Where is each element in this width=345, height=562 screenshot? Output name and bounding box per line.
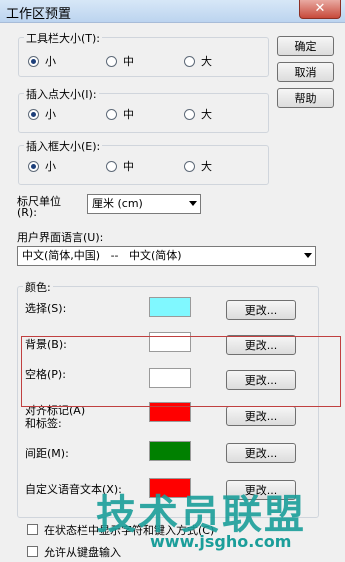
ok-button[interactable]: 确定 — [277, 36, 334, 56]
close-icon: ✕ — [314, 1, 326, 16]
window-title: 工作区预置 — [6, 7, 72, 22]
change-spacing-color-button[interactable]: 更改... — [226, 443, 296, 463]
title-bar: 工作区预置 ✕ — [0, 0, 345, 23]
ruler-unit-select[interactable]: 厘米 (cm) — [87, 194, 201, 214]
radio-unchecked-icon — [106, 108, 117, 120]
highlight-box — [21, 336, 341, 407]
insert-point-size-label: 插入点大小(I): — [24, 86, 99, 102]
status-bar-checkbox[interactable] — [27, 524, 38, 535]
radio-unchecked-icon — [184, 55, 195, 67]
ui-language-select[interactable]: 中文(简体,中国) -- 中文(简体) — [17, 246, 316, 266]
insert-point-small-radio[interactable]: 小 — [28, 106, 56, 122]
radio-unchecked-icon — [106, 160, 117, 172]
keyboard-input-checkbox[interactable] — [27, 546, 38, 557]
watermark-url: www.jsgho.com — [150, 532, 292, 551]
ruler-unit-value: 厘米 (cm) — [92, 197, 143, 210]
radio-checked-icon — [28, 160, 39, 172]
radio-unchecked-icon — [184, 108, 195, 120]
color-swatch-spacing — [149, 441, 191, 461]
color-label-spacing: 间距(M): — [25, 447, 69, 460]
insert-point-large-radio[interactable]: 大 — [184, 106, 212, 122]
toolbar-size-medium-radio[interactable]: 中 — [106, 53, 134, 69]
help-button[interactable]: 帮助 — [277, 88, 334, 108]
radio-checked-icon — [28, 108, 39, 120]
toolbar-size-large-radio[interactable]: 大 — [184, 53, 212, 69]
chevron-down-icon — [304, 253, 312, 258]
toolbar-size-small-radio[interactable]: 小 — [28, 53, 56, 69]
toolbar-size-label: 工具栏大小(T): — [24, 30, 103, 46]
radio-unchecked-icon — [106, 55, 117, 67]
insert-frame-large-radio[interactable]: 大 — [184, 158, 212, 174]
insert-point-medium-radio[interactable]: 中 — [106, 106, 134, 122]
cancel-button[interactable]: 取消 — [277, 62, 334, 82]
color-label-align-marks: 对齐标记(A) 和标签: — [25, 404, 86, 430]
ruler-unit-label-shortcut: (R): — [17, 206, 37, 219]
chevron-down-icon — [189, 201, 197, 206]
keyboard-input-checkbox-label: 允许从键盘输入 — [44, 546, 121, 559]
colors-group-label: 颜色: — [23, 279, 53, 295]
ui-language-label: 用户界面语言(U): — [17, 231, 104, 244]
radio-checked-icon — [28, 55, 39, 67]
ui-language-value: 中文(简体,中国) -- 中文(简体) — [22, 249, 182, 262]
change-selection-color-button[interactable]: 更改... — [226, 300, 296, 320]
radio-unchecked-icon — [184, 160, 195, 172]
insert-frame-small-radio[interactable]: 小 — [28, 158, 56, 174]
insert-frame-medium-radio[interactable]: 中 — [106, 158, 134, 174]
color-swatch-selection — [149, 297, 191, 317]
color-label-selection: 选择(S): — [25, 302, 67, 315]
insert-frame-size-label: 插入框大小(E): — [24, 138, 103, 154]
close-button[interactable]: ✕ — [299, 0, 341, 19]
change-align-marks-color-button[interactable]: 更改... — [226, 406, 296, 426]
